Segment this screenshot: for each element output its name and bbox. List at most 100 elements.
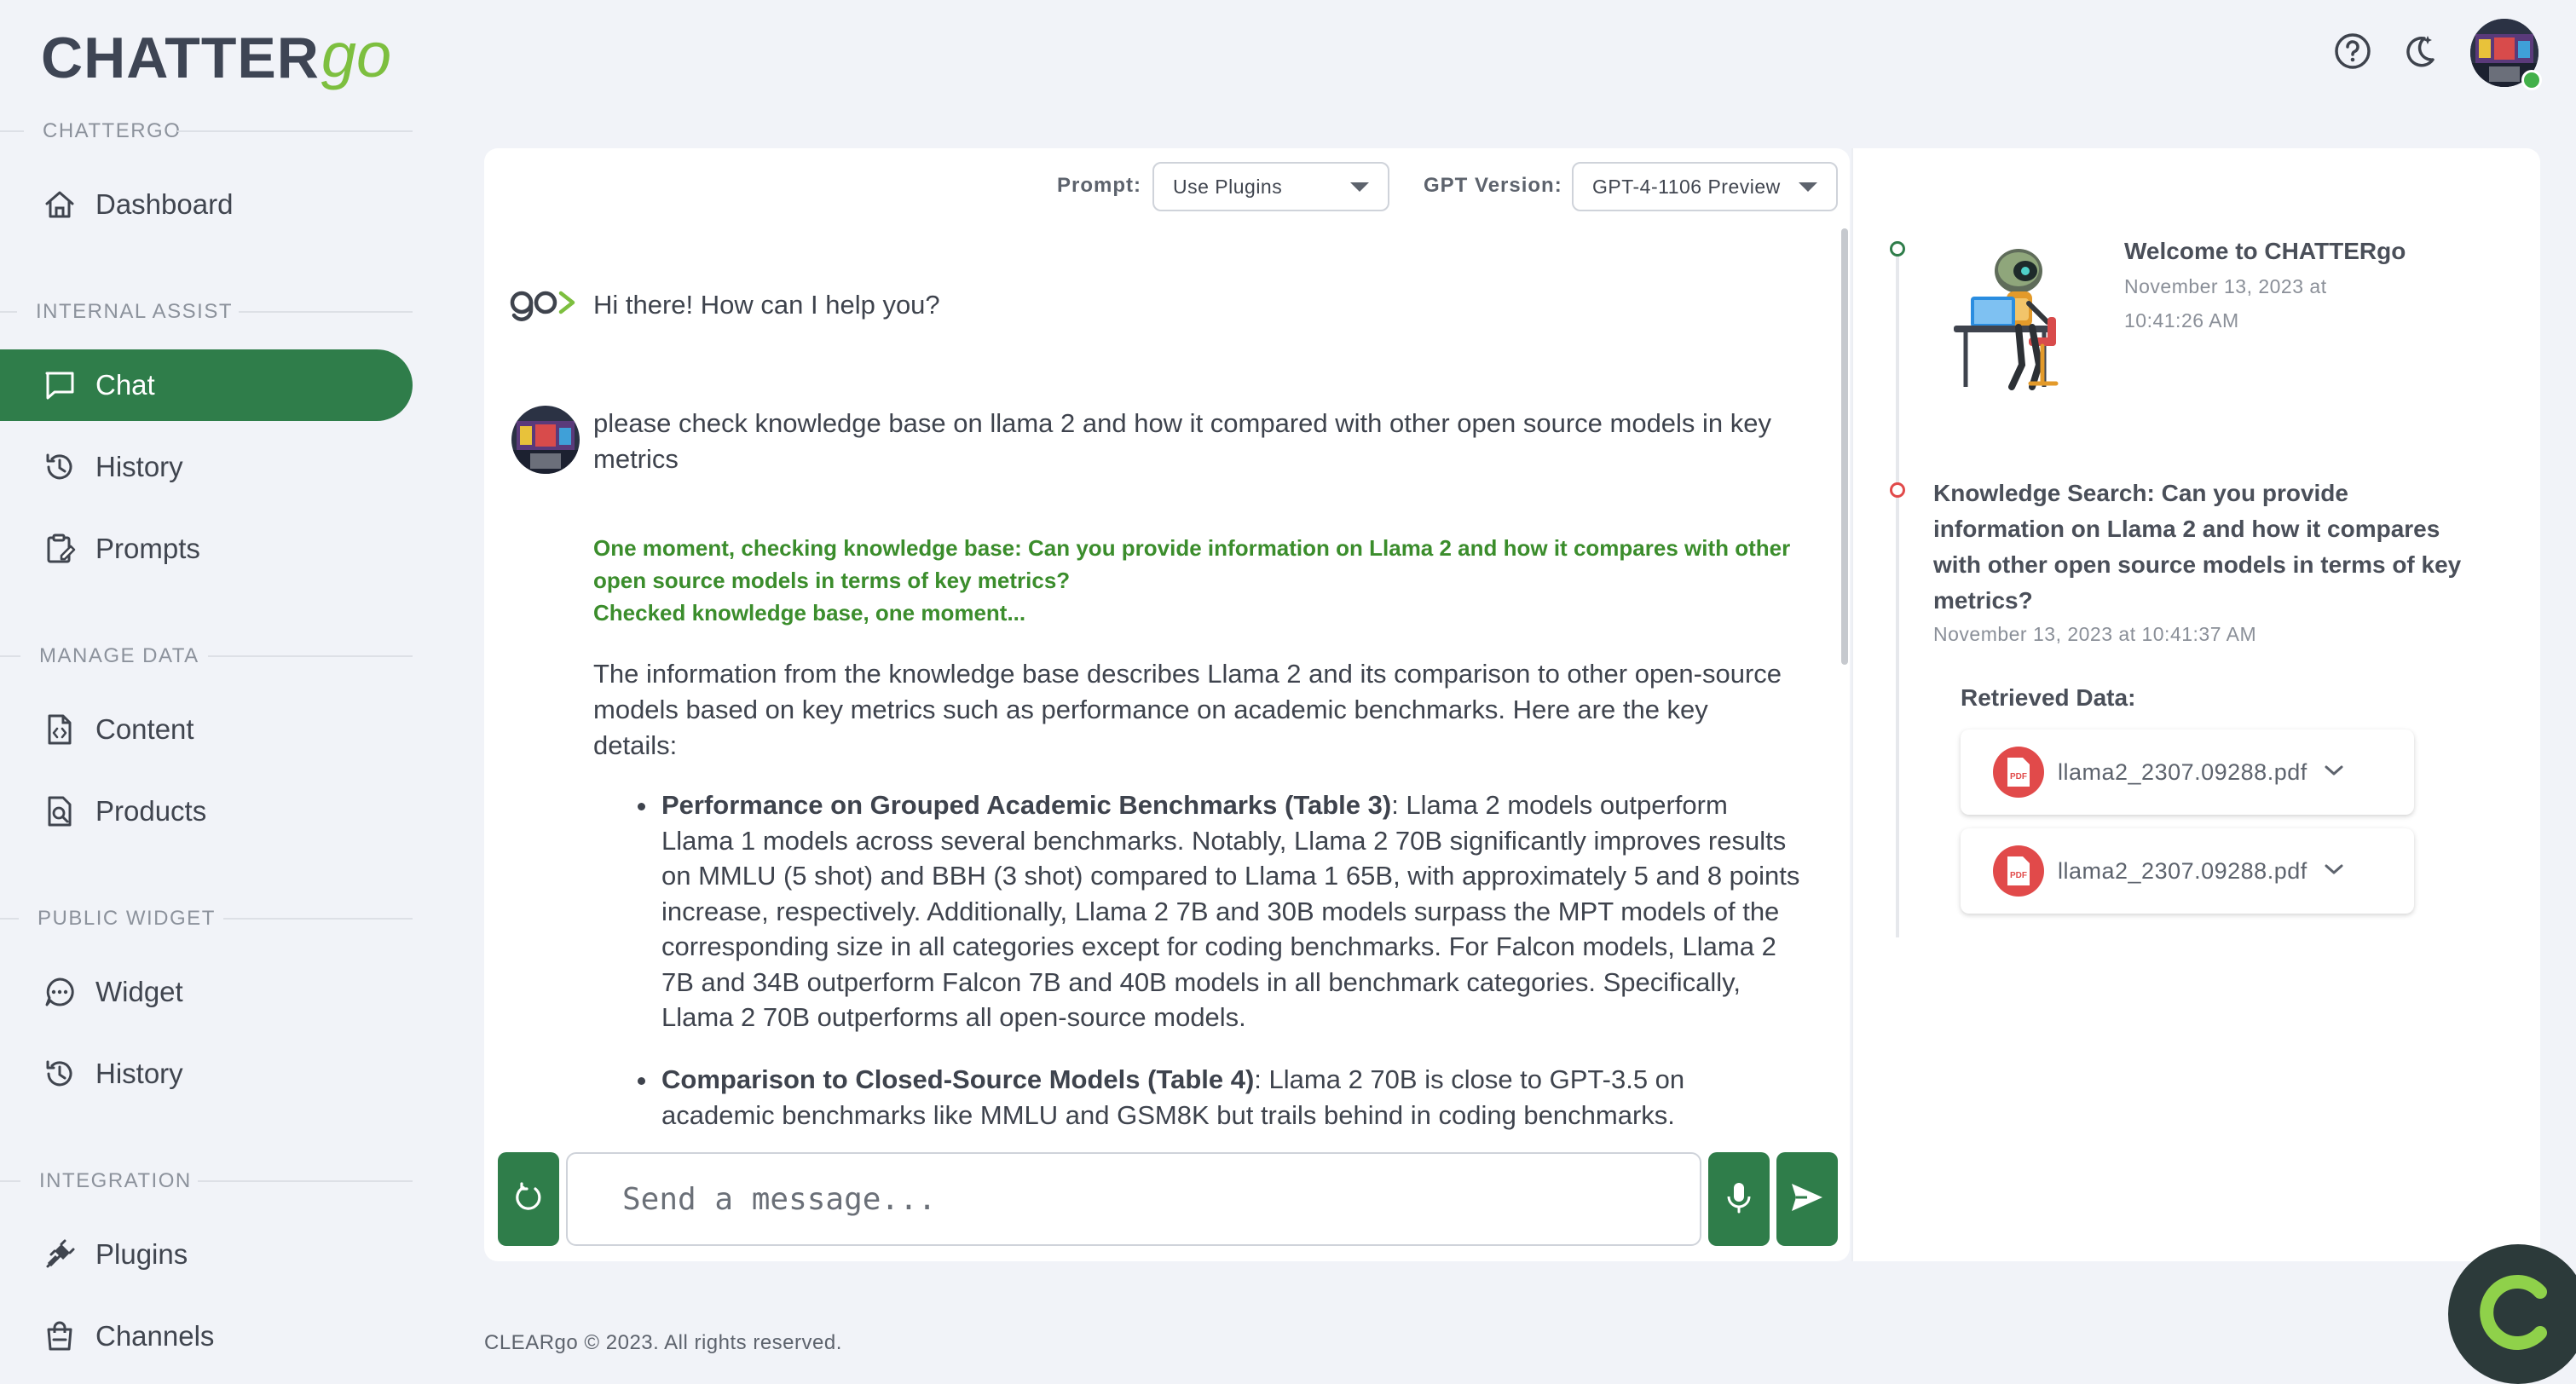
message-input[interactable]: Send a message... [566,1152,1701,1246]
sidebar-item-label: Channels [95,1320,215,1352]
section-label-manage-data: MANAGE DATA [39,644,199,667]
send-message-button[interactable] [1776,1152,1838,1246]
user-message-avatar [511,406,580,474]
answer-bullet-list: Performance on Grouped Academic Benchmar… [593,787,1812,1133]
chevron-down-icon[interactable] [2323,763,2345,782]
sidebar-item-dashboard[interactable]: Dashboard [41,179,233,230]
sidebar-item-label: History [95,1058,183,1089]
sidebar-item-label: Plugins [95,1238,188,1270]
timeline-line [1896,256,1899,937]
chevron-down-icon [1350,182,1369,192]
section-divider [0,918,19,920]
timeline-dot [1890,482,1905,498]
pdf-file-icon: PDF [1993,747,2044,798]
sidebar-item-chat[interactable]: Chat [41,360,155,411]
status-checked-text: Checked knowledge base, one moment... [593,600,1026,626]
chevron-down-icon[interactable] [2323,862,2345,881]
online-status-dot [2521,70,2542,90]
logo-text: CHATTER [41,26,320,90]
bullet-dot [638,1077,645,1085]
sidebar-item-prompts[interactable]: Prompts [41,523,200,574]
gpt-version-label: GPT Version: [1424,174,1562,197]
gpt-version-select[interactable]: GPT-4-1106 Preview [1572,162,1838,211]
section-label-internal-assist: INTERNAL ASSIST [36,300,233,323]
timeline-event-title: Welcome to CHATTERgo [2124,238,2406,264]
prompts-icon [41,530,78,568]
reset-chat-button[interactable] [498,1152,559,1246]
sidebar-item-widget-history[interactable]: History [41,1048,183,1099]
sidebar-item-label: Dashboard [95,188,234,220]
channels-icon [41,1318,78,1355]
prompt-select-value: Use Plugins [1173,175,1283,198]
widget-icon [41,973,78,1011]
content-icon [41,711,78,748]
sidebar-item-label: History [95,451,183,482]
gpt-version-value: GPT-4-1106 Preview [1592,175,1781,198]
message-input-placeholder: Send a message... [622,1181,937,1217]
support-chat-launcher[interactable] [2448,1244,2576,1384]
timeline-event-date: November 13, 2023 at 10:41:26 AM [2124,275,2327,332]
prompt-select[interactable]: Use Plugins [1152,162,1389,211]
timeline-event-title: Knowledge Search: Can you provide inform… [1933,480,2462,614]
sidebar-item-label: Prompts [95,533,200,564]
refresh-icon [511,1180,546,1219]
section-divider [0,130,24,132]
section-divider [0,311,17,313]
status-message: One moment, checking knowledge base: Can… [593,532,1812,629]
sidebar-item-label: Chat [95,369,155,401]
prompt-label: Prompt: [1057,174,1141,197]
help-icon[interactable] [2332,31,2373,72]
sidebar-item-products[interactable]: Products [41,786,206,837]
dark-mode-icon[interactable] [2399,31,2440,72]
home-icon [41,186,78,223]
footer-copyright: CLEARgo © 2023. All rights reserved. [484,1331,842,1354]
file-name: llama2_2307.09288.pdf [2058,758,2307,785]
sidebar-item-channels[interactable]: Channels [41,1311,214,1362]
retrieved-file-card[interactable]: PDF llama2_2307.09288.pdf [1961,828,2414,914]
bullet-title: Performance on Grouped Academic Benchmar… [661,790,1392,820]
sidebar-item-content[interactable]: Content [41,704,194,755]
chat-icon [41,366,78,404]
section-divider [0,655,20,657]
svg-text:PDF: PDF [2010,772,2027,781]
section-label-chattergo: CHATTERGO [43,119,182,142]
app-logo[interactable]: CHATTER go [41,19,392,90]
bot-avatar-icon [510,285,581,326]
sidebar-item-label: Content [95,713,194,745]
retrieved-file-card[interactable]: PDF llama2_2307.09288.pdf [1961,729,2414,815]
svg-text:PDF: PDF [2010,871,2027,880]
section-divider [223,918,413,920]
sidebar-item-label: Widget [95,976,183,1007]
logo-go-text: go [321,20,392,90]
voice-input-button[interactable] [1708,1152,1770,1246]
send-icon [1788,1180,1826,1219]
bullet-title: Comparison to Closed-Source Models (Tabl… [661,1064,1255,1094]
section-label-public-widget: PUBLIC WIDGET [38,907,216,930]
sidebar-item-label: Products [95,795,207,827]
user-message: please check knowledge base on llama 2 a… [593,408,1772,474]
history-icon [41,1055,78,1093]
microphone-icon [1724,1180,1754,1219]
list-item: Comparison to Closed-Source Models (Tabl… [661,1062,1804,1133]
bullet-text: : Llama 2 models outperform Llama 1 mode… [661,790,1800,1032]
history-icon [41,448,78,486]
section-divider [208,655,413,657]
sidebar-item-widget[interactable]: Widget [41,966,183,1018]
sidebar-item-plugins[interactable]: Plugins [41,1229,188,1280]
answer-intro: The information from the knowledge base … [593,659,1782,760]
status-checking-text: One moment, checking knowledge base: Can… [593,535,1791,593]
pdf-file-icon: PDF [1993,845,2044,897]
chat-scrollbar[interactable] [1841,228,1848,665]
chattergo-c-icon [2475,1270,2561,1359]
chevron-down-icon [1799,182,1817,192]
section-divider [198,1180,413,1182]
welcome-robot-illustration [1937,237,2082,402]
bullet-dot [638,803,645,810]
timeline-event-date: November 13, 2023 at 10:41:37 AM [1933,623,2257,645]
sidebar-item-history[interactable]: History [41,441,183,493]
list-item: Performance on Grouped Academic Benchmar… [661,787,1804,1035]
section-divider [177,130,413,132]
products-icon [41,793,78,830]
plugins-icon [41,1236,78,1273]
section-label-integration: INTEGRATION [39,1169,192,1192]
